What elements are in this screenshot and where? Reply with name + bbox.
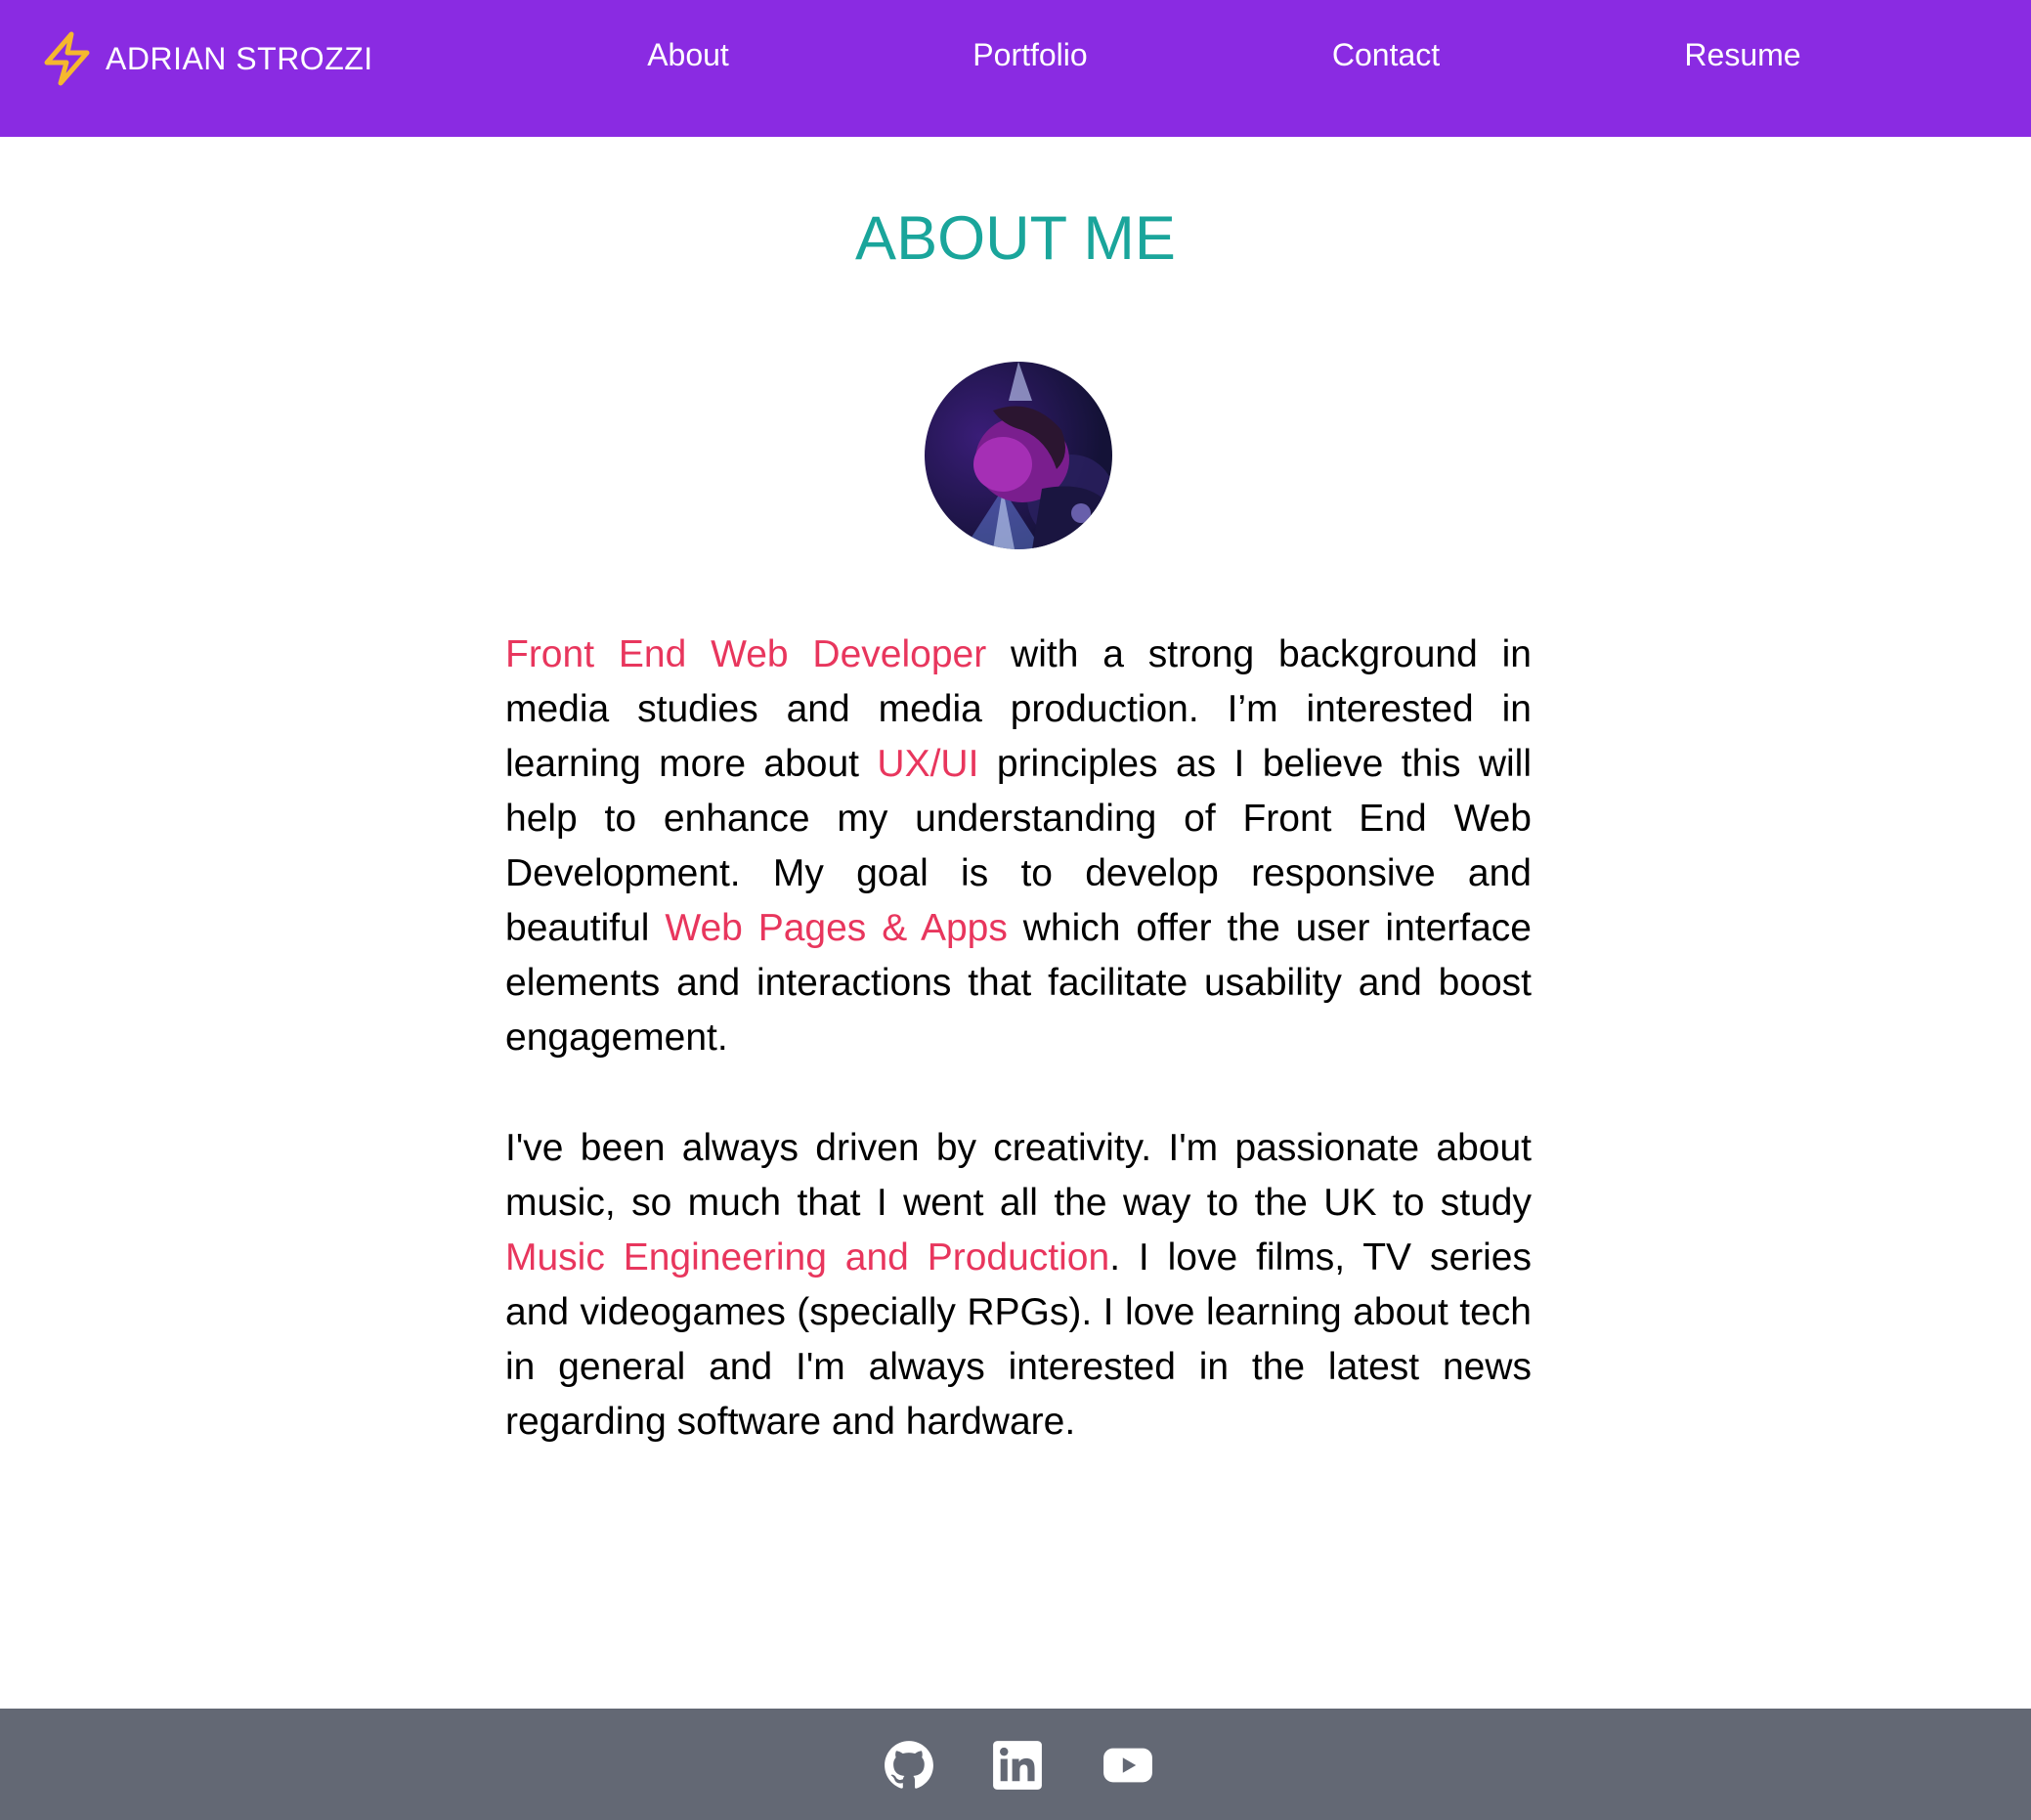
lightning-bolt-icon bbox=[41, 31, 94, 86]
github-link[interactable] bbox=[884, 1740, 934, 1791]
bio-paragraph-1: Front End Web Developer with a strong ba… bbox=[505, 628, 1532, 1065]
paragraph-text: I've been always driven by creativity. I… bbox=[505, 1127, 1532, 1224]
top-navbar: ADRIAN STROZZI About Portfolio Contact R… bbox=[0, 0, 2031, 137]
linkedin-link[interactable] bbox=[992, 1740, 1043, 1791]
linkedin-icon bbox=[992, 1740, 1043, 1791]
github-icon bbox=[884, 1740, 934, 1791]
nav-link-portfolio[interactable]: Portfolio bbox=[972, 37, 1087, 73]
highlight-ux-ui: UX/UI bbox=[877, 743, 979, 785]
youtube-icon bbox=[1102, 1740, 1153, 1791]
nav-link-about[interactable]: About bbox=[647, 37, 729, 73]
highlight-music-engineering: Music Engineering and Production bbox=[505, 1236, 1110, 1278]
youtube-link[interactable] bbox=[1102, 1740, 1153, 1791]
profile-photo bbox=[964, 362, 1112, 549]
brand-name: ADRIAN STROZZI bbox=[106, 40, 373, 76]
page-title: ABOUT ME bbox=[855, 204, 1176, 273]
nav-link-resume[interactable]: Resume bbox=[1684, 37, 1800, 73]
highlight-front-end-web-developer: Front End Web Developer bbox=[505, 633, 987, 675]
bio-paragraph-2: I've been always driven by creativity. I… bbox=[505, 1121, 1532, 1450]
brand-link[interactable]: ADRIAN STROZZI bbox=[41, 29, 373, 88]
avatar bbox=[925, 362, 1112, 549]
highlight-web-pages-apps: Web Pages & Apps bbox=[665, 907, 1008, 949]
nav-link-contact[interactable]: Contact bbox=[1332, 37, 1440, 73]
footer bbox=[0, 1709, 2031, 1820]
